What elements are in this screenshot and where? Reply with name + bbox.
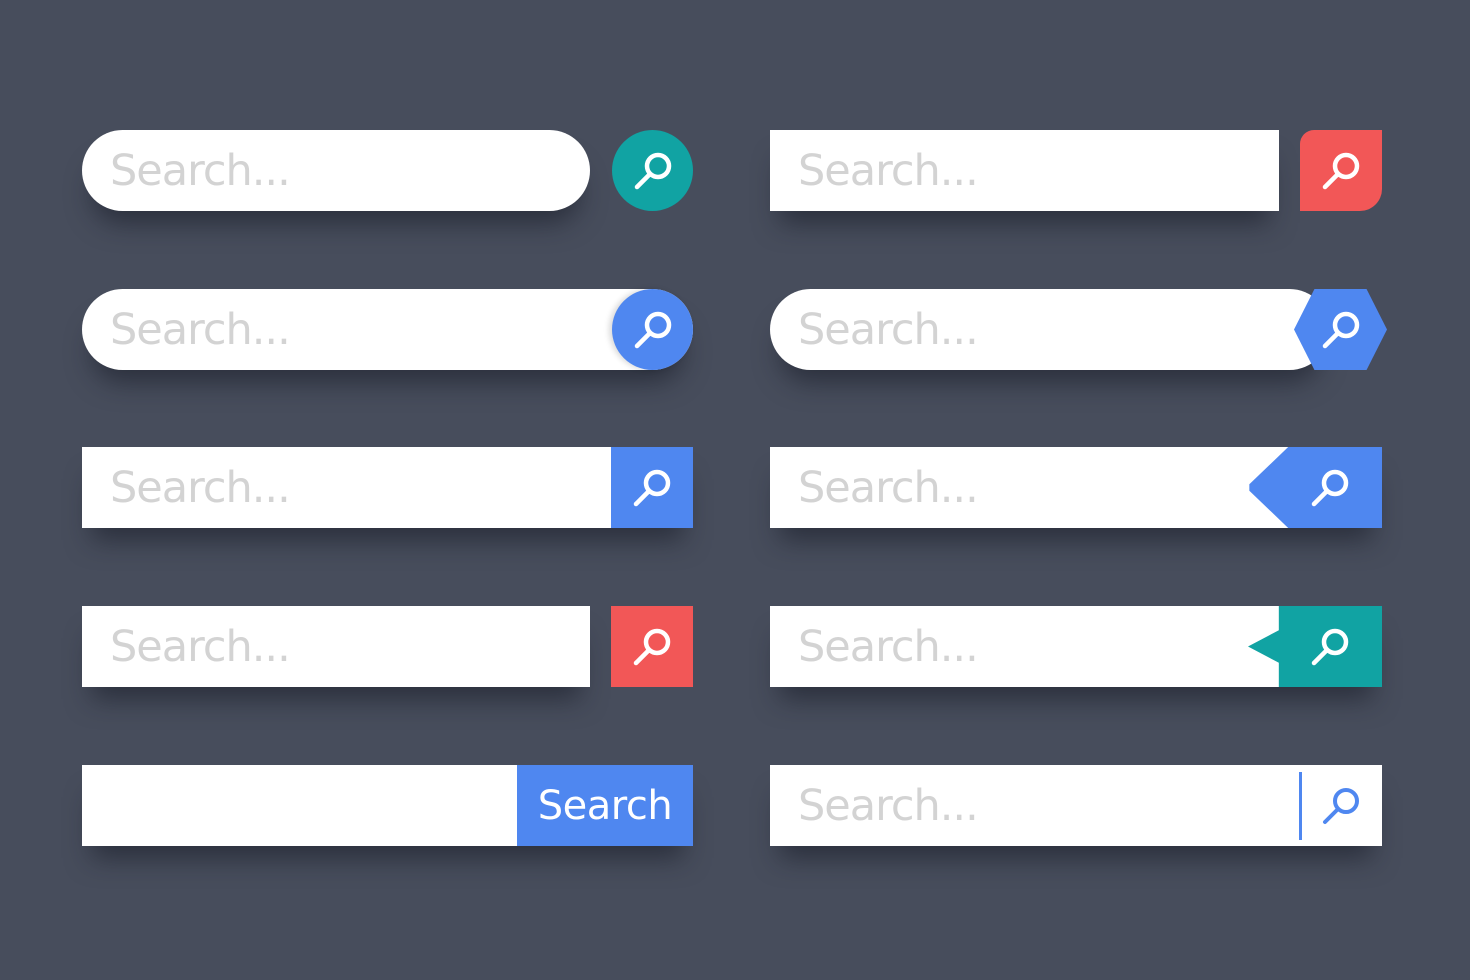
search-input[interactable]: Search... (82, 289, 693, 370)
search-input[interactable]: Search... (82, 447, 693, 528)
search-button[interactable] (611, 447, 693, 528)
search-button[interactable]: Search (517, 765, 693, 846)
search-button[interactable] (1300, 130, 1382, 211)
search-input[interactable]: Search... (770, 130, 1279, 211)
search-icon (634, 311, 671, 348)
search-icon (1311, 628, 1349, 665)
search-icon (633, 628, 671, 665)
search-icon (1323, 787, 1359, 824)
search-icon (633, 469, 671, 506)
search-button[interactable] (612, 289, 693, 370)
search-icon (1311, 469, 1349, 506)
search-icon (634, 152, 671, 189)
search-input[interactable]: Search... (770, 289, 1330, 370)
search-icon (1322, 311, 1359, 348)
search-input[interactable]: Search... (82, 130, 590, 211)
search-button[interactable] (1306, 765, 1376, 846)
search-icon (1322, 152, 1360, 189)
search-button[interactable] (611, 606, 693, 687)
search-input[interactable]: Search... (770, 765, 1382, 846)
search-input[interactable]: Search... (82, 606, 590, 687)
search-button[interactable] (612, 130, 693, 211)
search-button-label: Search (537, 782, 673, 829)
input-divider (1299, 772, 1302, 840)
